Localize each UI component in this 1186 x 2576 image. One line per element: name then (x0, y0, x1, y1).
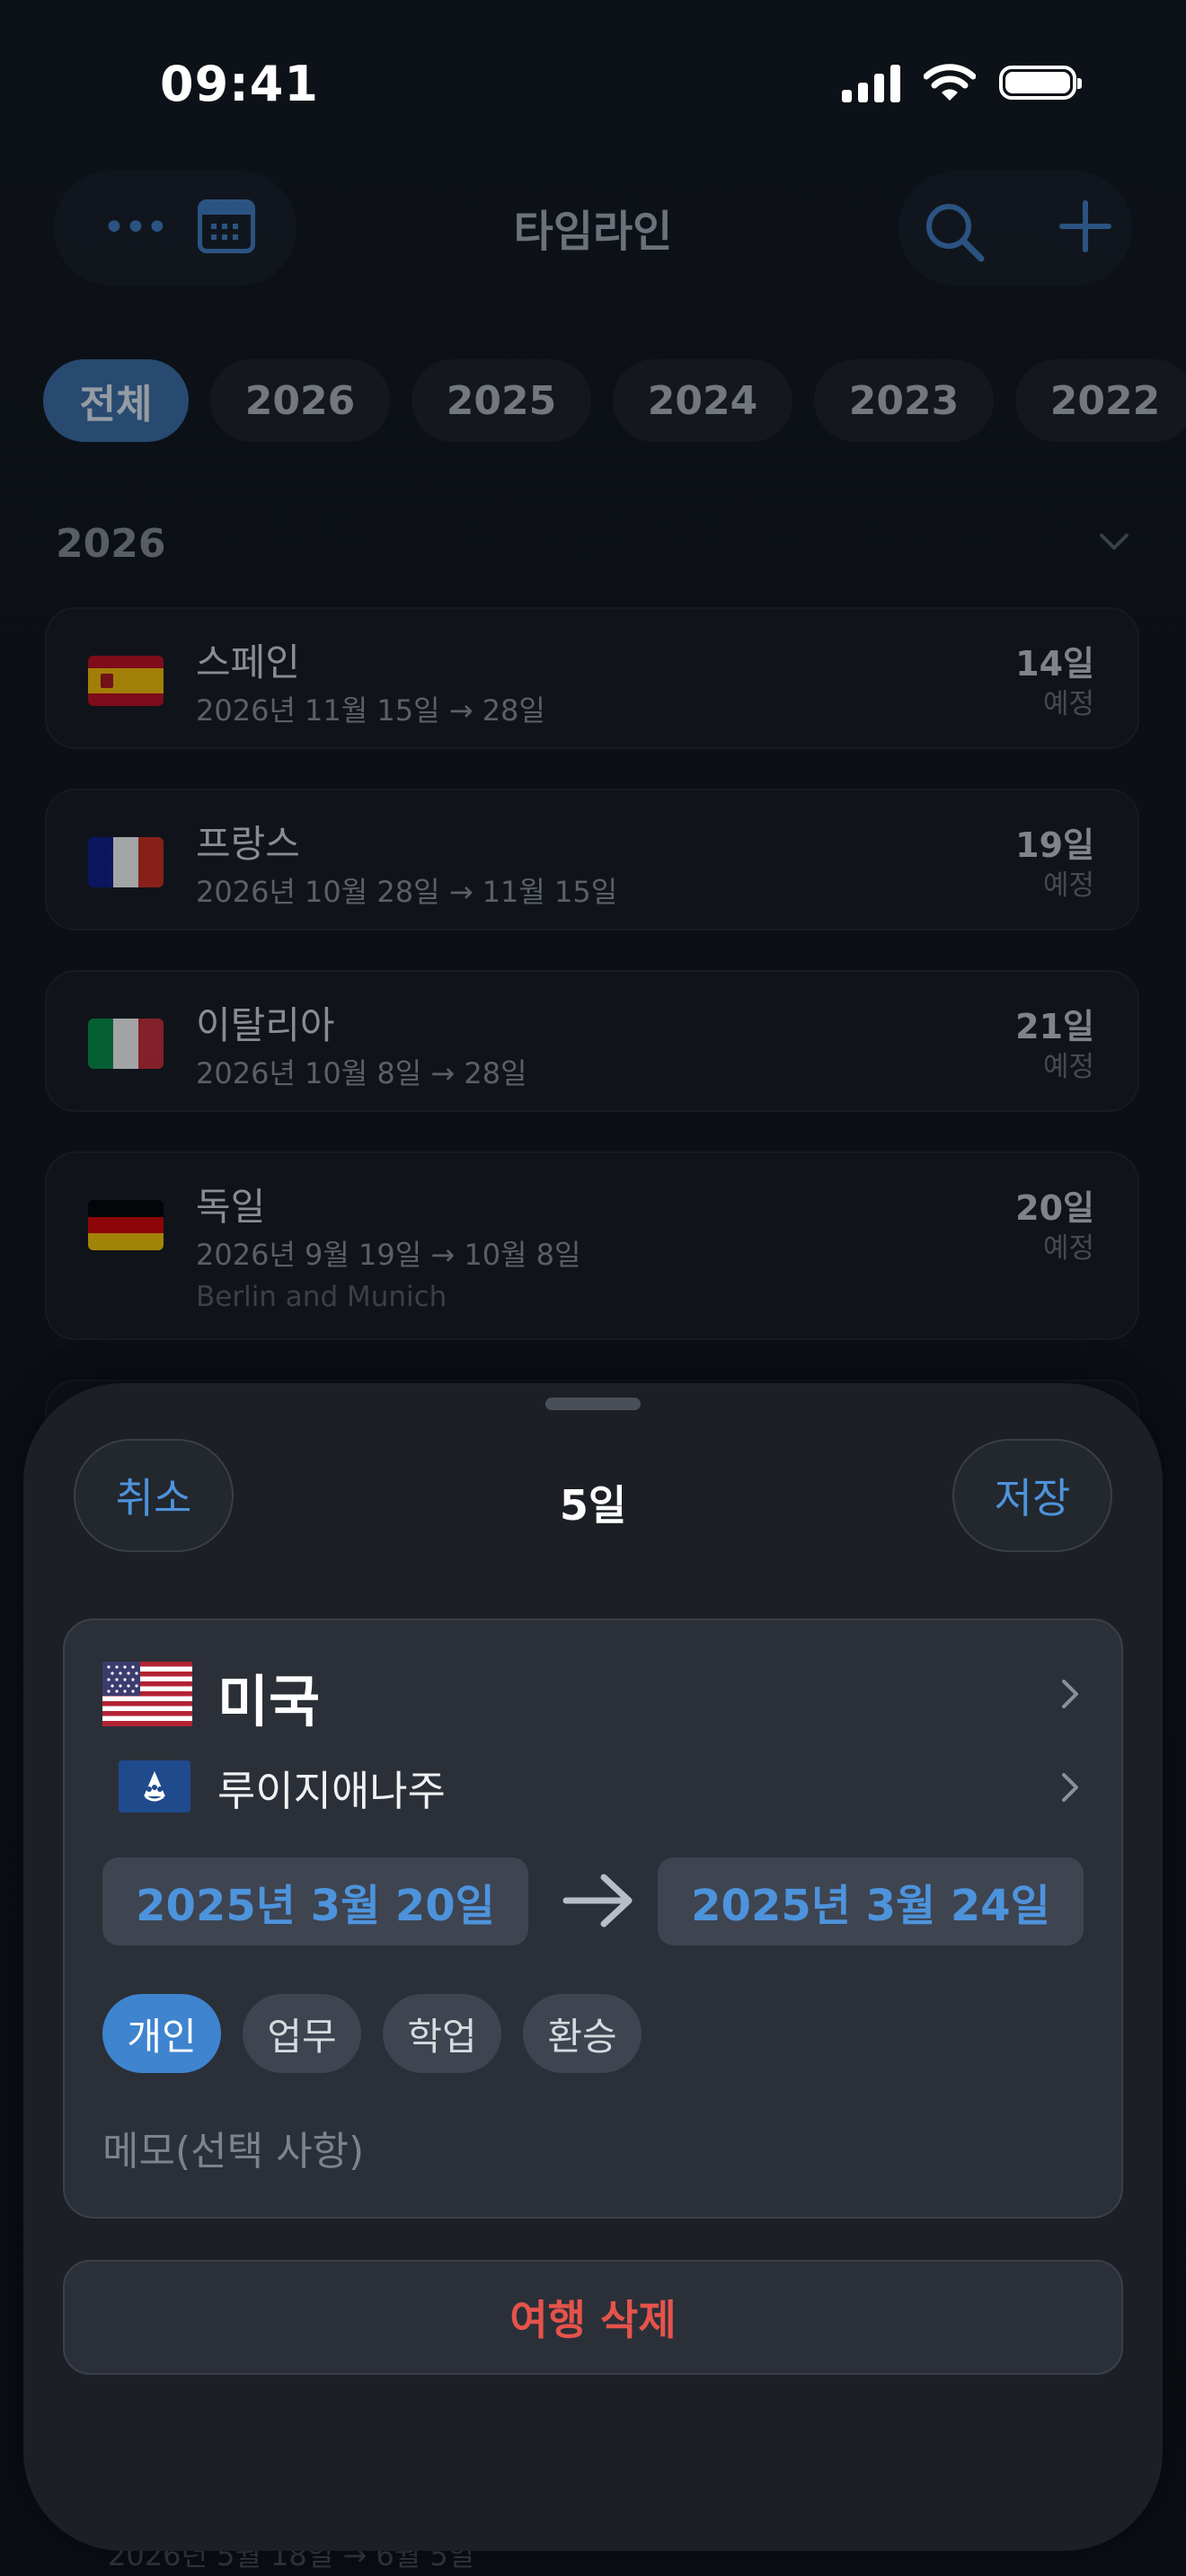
trip-dates: 2026년 10월 28일 → 11월 15일 (196, 875, 618, 909)
status-bar: 09:41 (0, 0, 1186, 171)
trip-days: 19일 (1015, 825, 1094, 865)
trip-country: 스페인 (196, 640, 300, 684)
year-filter-all[interactable]: 전체 (43, 359, 189, 442)
end-date-picker[interactable]: 2025년 3월 24일 (658, 1857, 1084, 1945)
wifi-icon (924, 64, 976, 101)
france-flag-icon (88, 837, 164, 887)
status-icons (842, 63, 1082, 102)
trip-country: 독일 (196, 1185, 266, 1229)
louisiana-flag-icon (119, 1760, 190, 1813)
year-filter-2024[interactable]: 2024 (613, 359, 792, 442)
year-filter-2025[interactable]: 2025 (412, 359, 591, 442)
trip-note: Berlin and Munich (196, 1281, 447, 1313)
nav-right-group (898, 171, 1132, 286)
trip-type-study[interactable]: 학업 (383, 1994, 501, 2073)
spain-flag-icon (88, 656, 164, 706)
arrow-right-icon (562, 1874, 633, 1928)
italy-flag-icon (88, 1019, 164, 1069)
trip-days: 20일 (1015, 1188, 1094, 1228)
year-filter-bar: 전체 2026 2025 2024 2023 2022 (43, 359, 1186, 442)
trip-dates: 2026년 10월 8일 → 28일 (196, 1056, 527, 1090)
trip-days: 21일 (1015, 1007, 1094, 1046)
trip-country: 프랑스 (196, 822, 300, 866)
edit-trip-sheet: 취소 5일 저장 미국 루이지애나주 2025년 3월 20일 2025년 3월… (23, 1383, 1163, 2551)
trip-card-italy[interactable]: 이탈리아 2026년 10월 8일 → 28일 21일 예정 (45, 970, 1139, 1112)
trip-status: 예정 (1042, 1232, 1094, 1265)
year-filter-2022[interactable]: 2022 (1015, 359, 1186, 442)
usa-flag-icon (102, 1662, 192, 1726)
save-button[interactable]: 저장 (952, 1439, 1112, 1552)
trip-card-france[interactable]: 프랑스 2026년 10월 28일 → 11월 15일 19일 예정 (45, 789, 1139, 931)
section-year-header[interactable]: 2026 (56, 521, 165, 567)
chevron-right-icon[interactable] (1060, 1771, 1080, 1804)
trip-status: 예정 (1042, 1051, 1094, 1083)
trip-type-business[interactable]: 업무 (243, 1994, 361, 2073)
trip-days: 14일 (1015, 644, 1094, 684)
trip-dates: 2026년 11월 15일 → 28일 (196, 693, 545, 728)
germany-flag-icon (88, 1200, 164, 1250)
trip-country: 이탈리아 (196, 1003, 335, 1047)
cellular-signal-icon (842, 63, 900, 102)
search-icon[interactable] (920, 198, 988, 266)
memo-input[interactable] (102, 2120, 1082, 2183)
country-field[interactable]: 미국 (217, 1656, 320, 1737)
status-time: 09:41 (160, 56, 319, 112)
trip-status: 예정 (1042, 869, 1094, 902)
sheet-grabber[interactable] (545, 1398, 641, 1410)
trip-status: 예정 (1042, 688, 1094, 720)
trip-card-germany[interactable]: 독일 2026년 9월 19일 → 10월 8일 Berlin and Muni… (45, 1151, 1139, 1340)
year-filter-2023[interactable]: 2023 (814, 359, 994, 442)
delete-trip-button[interactable]: 여행 삭제 (63, 2260, 1123, 2375)
trip-type-personal[interactable]: 개인 (102, 1994, 221, 2073)
trip-dates: 2026년 9월 19일 → 10월 8일 (196, 1238, 581, 1272)
trip-form-card: 미국 루이지애나주 2025년 3월 20일 2025년 3월 24일 개인 업… (63, 1619, 1123, 2219)
chevron-down-icon[interactable] (1096, 525, 1132, 560)
year-filter-2026[interactable]: 2026 (210, 359, 390, 442)
state-field[interactable]: 루이지애나주 (217, 1759, 446, 1818)
chevron-right-icon[interactable] (1060, 1678, 1080, 1710)
trip-type-selector: 개인 업무 학업 환승 (102, 1994, 642, 2073)
trip-card-spain[interactable]: 스페인 2026년 11월 15일 → 28일 14일 예정 (45, 607, 1139, 749)
start-date-picker[interactable]: 2025년 3월 20일 (102, 1857, 528, 1945)
trip-type-transit[interactable]: 환승 (523, 1994, 642, 2073)
battery-icon (999, 66, 1082, 100)
plus-icon[interactable] (1057, 198, 1114, 255)
